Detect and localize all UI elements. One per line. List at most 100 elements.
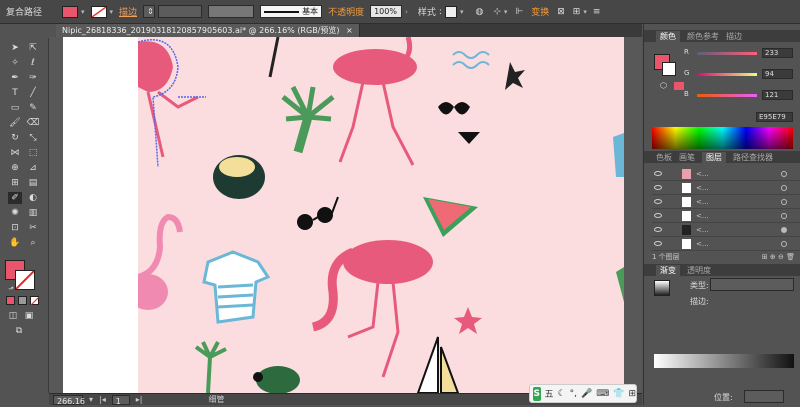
slice-tool-icon[interactable]: ✂ bbox=[26, 222, 40, 234]
tab-pathfinder[interactable]: 路径查找器 bbox=[733, 152, 773, 163]
eye-icon[interactable] bbox=[654, 199, 662, 204]
layer-row[interactable]: <... bbox=[652, 223, 800, 237]
toolbox-icon[interactable]: ⊞ bbox=[628, 389, 636, 399]
gradient-mode-icon[interactable] bbox=[18, 296, 27, 305]
selection-tool-icon[interactable]: ➤ bbox=[8, 42, 22, 54]
skin-icon[interactable]: 👕 bbox=[613, 389, 624, 399]
mesh-tool-icon[interactable]: ⊞ bbox=[8, 177, 22, 189]
layer-row[interactable]: <... bbox=[652, 195, 800, 209]
style-swatch[interactable] bbox=[444, 5, 457, 18]
stroke-color-box[interactable] bbox=[15, 270, 35, 290]
swap-colors-icon[interactable]: ⬏ bbox=[4, 283, 18, 295]
pen-tool-icon[interactable]: ✒ bbox=[8, 72, 22, 84]
tab-stroke[interactable]: 描边 bbox=[726, 31, 742, 42]
target-icon[interactable] bbox=[781, 212, 787, 219]
flamingo-selected[interactable] bbox=[137, 39, 206, 168]
target-icon[interactable] bbox=[781, 184, 787, 191]
layer-row[interactable]: <... bbox=[652, 209, 800, 223]
target-icon[interactable] bbox=[781, 226, 787, 233]
tab-layers[interactable]: 图层 bbox=[702, 151, 726, 163]
tab-transparency[interactable]: 透明度 bbox=[687, 265, 711, 276]
canvas-area[interactable] bbox=[49, 37, 642, 393]
transform-link[interactable]: 变换 bbox=[531, 5, 549, 18]
align-left-icon[interactable]: ⊩ bbox=[515, 7, 523, 17]
draw-mode-icon[interactable]: ◫ bbox=[6, 310, 20, 322]
hand-tool-icon[interactable]: ✋ bbox=[8, 237, 22, 249]
curvature-tool-icon[interactable]: ✑ bbox=[26, 72, 40, 84]
tab-gradient[interactable]: 渐变 bbox=[656, 264, 680, 276]
line-tool-icon[interactable]: ╱ bbox=[26, 87, 40, 99]
scale-tool-icon[interactable]: ⤡ bbox=[26, 132, 40, 144]
tab-color[interactable]: 颜色 bbox=[656, 30, 680, 42]
gradient-position-field[interactable] bbox=[744, 390, 784, 403]
stroke-link[interactable]: 描边 bbox=[119, 5, 137, 18]
magic-wand-tool-icon[interactable]: ✧ bbox=[8, 57, 22, 69]
target-icon[interactable] bbox=[781, 170, 787, 177]
close-icon[interactable]: × bbox=[346, 26, 353, 35]
page-field[interactable]: 1 bbox=[111, 394, 130, 406]
ime-mode[interactable]: 五 bbox=[545, 387, 554, 400]
layer-name[interactable]: <... bbox=[696, 170, 734, 178]
grid-icon[interactable]: ⊞ bbox=[573, 7, 581, 17]
color-mode-icon[interactable] bbox=[6, 296, 15, 305]
first-page-icon[interactable]: |◂ bbox=[99, 395, 106, 404]
layer-row[interactable]: <... bbox=[652, 237, 800, 251]
direct-selection-tool-icon[interactable]: ⇱ bbox=[26, 42, 40, 54]
perspective-grid-tool-icon[interactable]: ⊿ bbox=[26, 162, 40, 174]
chevron-down-icon[interactable]: ▾ bbox=[81, 8, 85, 16]
layer-name[interactable]: <... bbox=[696, 226, 734, 234]
eye-icon[interactable] bbox=[654, 185, 662, 190]
hex-value[interactable]: E95E79 bbox=[756, 112, 793, 122]
chevron-down-icon[interactable]: ▾ bbox=[583, 8, 587, 16]
ime-toolbar[interactable]: S 五 ☾ °, 🎤 ⌨ 👕 ⊞ bbox=[529, 384, 637, 403]
opacity-field[interactable]: 100% bbox=[370, 5, 403, 18]
r-value[interactable]: 233 bbox=[762, 48, 793, 58]
target-icon[interactable] bbox=[781, 198, 787, 205]
chevron-down-icon[interactable]: ▾ bbox=[460, 8, 464, 16]
last-color-swatch[interactable] bbox=[674, 82, 684, 90]
g-value[interactable]: 94 bbox=[762, 69, 793, 79]
stroke-weight-field[interactable] bbox=[158, 5, 203, 18]
layer-row[interactable]: <... bbox=[652, 167, 800, 181]
mic-icon[interactable]: 🎤 bbox=[581, 389, 592, 399]
g-slider[interactable] bbox=[697, 73, 757, 76]
none-mode-icon[interactable] bbox=[30, 296, 40, 306]
tab-color-guide[interactable]: 颜色参考 bbox=[687, 31, 719, 42]
panel-stroke-swatch[interactable] bbox=[662, 62, 676, 76]
variable-width-dropdown[interactable] bbox=[208, 5, 255, 18]
layer-name[interactable]: <... bbox=[696, 240, 734, 248]
recolor-icon[interactable]: ◍ bbox=[475, 7, 483, 17]
gradient-tool-icon[interactable]: ▤ bbox=[26, 177, 40, 189]
blend-tool-icon[interactable]: ◐ bbox=[26, 192, 40, 204]
punctuation-icon[interactable]: °, bbox=[570, 389, 577, 399]
layer-name[interactable]: <... bbox=[696, 184, 734, 192]
moon-icon[interactable]: ☾ bbox=[558, 389, 566, 399]
b-slider[interactable] bbox=[697, 94, 757, 97]
paintbrush-tool-icon[interactable]: 🖌 bbox=[8, 117, 22, 129]
artboard-tool-icon[interactable]: ⊡ bbox=[8, 222, 22, 234]
lasso-tool-icon[interactable]: ℓ bbox=[26, 57, 40, 69]
b-value[interactable]: 121 bbox=[762, 90, 793, 100]
keyboard-icon[interactable]: ⌨ bbox=[596, 389, 609, 399]
symbol-sprayer-tool-icon[interactable]: ✺ bbox=[8, 207, 22, 219]
chevron-right-icon[interactable]: › bbox=[405, 8, 408, 16]
gradient-preview[interactable] bbox=[654, 280, 670, 296]
chevron-down-icon[interactable]: ▾ bbox=[504, 8, 508, 16]
rotate-tool-icon[interactable]: ↻ bbox=[8, 132, 22, 144]
layer-name[interactable]: <... bbox=[696, 198, 734, 206]
align-icon[interactable]: ⊹ bbox=[493, 7, 501, 17]
tab-swatches[interactable]: 色板 bbox=[656, 152, 672, 163]
opacity-link[interactable]: 不透明度 bbox=[328, 5, 364, 18]
chevron-down-icon[interactable]: ▾ bbox=[110, 8, 114, 16]
color-spectrum[interactable] bbox=[652, 127, 793, 149]
panel-menu-icon[interactable]: ≡ bbox=[593, 7, 601, 17]
free-transform-tool-icon[interactable]: ⬚ bbox=[26, 147, 40, 159]
zoom-tool-icon[interactable]: ⌕ bbox=[26, 237, 40, 249]
column-graph-tool-icon[interactable]: ▥ bbox=[26, 207, 40, 219]
next-page-icon[interactable]: ▸| bbox=[136, 395, 143, 404]
artboard-pattern[interactable] bbox=[128, 37, 624, 393]
layer-name[interactable]: <... bbox=[696, 212, 734, 220]
eye-icon[interactable] bbox=[654, 171, 662, 176]
pencil-tool-icon[interactable]: ✎ bbox=[26, 102, 40, 114]
document-tab[interactable]: Nipic_26818336_20190318120857905603.ai* … bbox=[56, 24, 360, 37]
